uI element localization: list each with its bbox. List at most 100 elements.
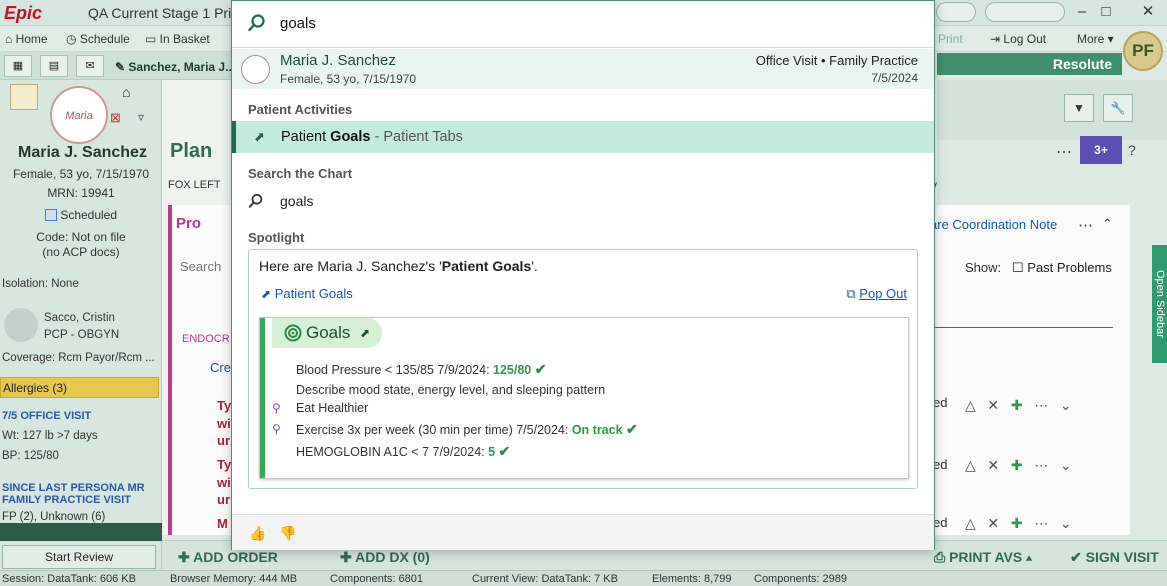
pcp-role: PCP - OBGYN <box>44 329 120 341</box>
menu-schedule[interactable]: ◷ Schedule <box>66 32 130 46</box>
add-dx-button[interactable]: ✚ ADD DX (0) <box>340 549 430 566</box>
spotlight-label: Spotlight <box>248 230 305 245</box>
patient-goals-link[interactable]: ⬈ Patient Goals <box>261 286 353 301</box>
help-icon[interactable]: ? <box>1128 142 1136 158</box>
goal-item: Exercise 3x per week (30 min per time) 7… <box>296 421 638 437</box>
problem-search[interactable]: Search <box>180 259 221 274</box>
patient-result-details: Female, 53 yo, 7/15/1970 <box>280 72 417 86</box>
menu-more[interactable]: More ▾ <box>1077 32 1114 46</box>
goals-title: Goals <box>306 323 351 342</box>
code-status: Code: Not on file <box>36 230 126 244</box>
collapse-icon[interactable]: ⌃ <box>1102 216 1113 232</box>
start-review-button[interactable]: Start Review <box>2 545 156 569</box>
comment-icon[interactable]: ⚲ <box>272 422 281 436</box>
acp-docs: (no ACP docs) <box>42 245 120 259</box>
notifications-bell-icon[interactable] <box>985 2 1065 22</box>
fox-left-label: FOX LEFT <box>168 179 221 191</box>
problem-row-actions-3[interactable]: △ ✕ ✚ ⋯ ⌄ <box>965 515 1072 532</box>
minimize-button[interactable]: – <box>1072 3 1092 21</box>
more-options-icon[interactable]: ⋯ <box>1056 142 1072 162</box>
create-link[interactable]: Cre <box>210 360 231 375</box>
activity-label: Patient Goals - Patient Tabs <box>281 129 463 145</box>
goals-header[interactable]: Goals ⬈ <box>272 318 382 348</box>
comment-icon[interactable]: ⚲ <box>272 401 281 415</box>
patient-result-visit: Office Visit • Family Practice <box>755 53 918 68</box>
filter-icon[interactable]: ▿ <box>138 110 144 124</box>
search-input[interactable] <box>280 15 880 32</box>
status-partial-1: ed <box>933 395 948 410</box>
tab-home-icon[interactable]: ▦ <box>4 55 32 77</box>
problem-item-2[interactable]: Ty <box>217 457 231 472</box>
user-avatar[interactable]: PF <box>1123 31 1163 71</box>
dropdown-button[interactable]: ▼ <box>1064 94 1094 122</box>
notification-badge[interactable]: 3+ <box>1080 136 1122 164</box>
house-icon[interactable]: ⌂ <box>122 84 130 100</box>
past-problems-checkbox[interactable]: ☐ Past Problems <box>1012 260 1112 276</box>
close-button[interactable]: ✕ <box>1138 3 1158 21</box>
components-count: Components: 6801 <box>330 573 423 585</box>
status-partial-3: ed <box>933 515 948 530</box>
activity-patient-goals[interactable]: ⬈ Patient Goals - Patient Tabs <box>232 121 934 153</box>
divider <box>935 327 1113 328</box>
add-order-button[interactable]: ✚ ADD ORDER <box>178 549 278 566</box>
page-title: Plan <box>170 140 213 162</box>
check-icon: ✔ <box>498 443 511 459</box>
patient-result[interactable]: Maria J. Sanchez Female, 53 yo, 7/15/197… <box>232 49 934 89</box>
since-last-header[interactable]: SINCE LAST PERSONA MR <box>2 482 145 494</box>
maximize-button[interactable]: □ <box>1096 3 1116 21</box>
menu-home[interactable]: ⌂ Home <box>5 32 48 46</box>
allergies-badge[interactable]: Allergies (3) <box>0 377 159 398</box>
wrench-icon[interactable]: 🔧 <box>1103 94 1133 122</box>
pop-out-button[interactable]: ⧉ Pop Out <box>846 286 907 302</box>
resolute-banner: Resolute <box>937 53 1122 75</box>
menu-in-basket[interactable]: ▭ In Basket <box>145 32 210 46</box>
chart-search-result[interactable]: goals <box>232 189 934 215</box>
tab-calendar-icon[interactable]: ▤ <box>40 55 68 77</box>
fp-unknown-line: FP (2), Unknown (6) <box>2 511 106 523</box>
menu-print[interactable]: Print <box>938 32 963 46</box>
more-options-icon[interactable]: ⋯ <box>1078 216 1093 234</box>
spotlight-panel: Here are Maria J. Sanchez's 'Patient Goa… <box>248 249 918 489</box>
sidebar-collapse-strip[interactable] <box>0 523 162 541</box>
problem-item-1-line2: wi <box>217 416 231 431</box>
tab-inbox-icon[interactable]: ✉ <box>76 55 104 77</box>
patient-sidebar: Maria ⌂ ⊠ ▿ Maria J. Sanchez Female, 53 … <box>0 80 162 570</box>
elements-count: Elements: 8,799 <box>652 573 732 585</box>
menu-log-out[interactable]: ⇥ Log Out <box>990 32 1046 46</box>
check-icon: ✔ <box>626 421 638 437</box>
open-sidebar-tab[interactable]: Open Sidebar <box>1152 245 1167 363</box>
pcp-name[interactable]: Sacco, Cristin <box>44 312 115 324</box>
status-partial-2: ed <box>933 457 948 472</box>
session-status: Session: DataTank: 606 KB <box>2 573 136 585</box>
problem-list-panel: Pro Search ENDOCR Cre Ty wi ur Ty wi ur … <box>168 205 234 535</box>
sticky-note-icon[interactable] <box>10 84 38 110</box>
problem-item-3[interactable]: M <box>217 516 228 531</box>
bp-value: BP: 125/80 <box>2 450 59 462</box>
pcp-avatar <box>4 308 38 342</box>
coverage[interactable]: Coverage: Rcm Payor/Rcm ... <box>2 352 155 364</box>
problem-row-actions-1[interactable]: △ ✕ ✚ ⋯ ⌄ <box>965 397 1072 414</box>
thumbs-down-icon[interactable]: 👎 <box>278 523 298 543</box>
problem-row-actions-2[interactable]: △ ✕ ✚ ⋯ ⌄ <box>965 457 1072 474</box>
thumbs-up-icon[interactable]: 👍 <box>248 523 268 543</box>
patient-photo[interactable]: Maria <box>50 86 108 144</box>
visit-header[interactable]: 7/5 OFFICE VISIT <box>2 410 91 422</box>
care-coordination-link[interactable]: are Coordination Note <box>930 217 1057 232</box>
problem-item-1[interactable]: Ty <box>217 398 231 413</box>
search-bar <box>232 1 934 48</box>
problem-item-2-line3: ur <box>217 492 230 507</box>
search-chart-label: Search the Chart <box>248 166 353 181</box>
chart-search-query: goals <box>280 193 314 209</box>
epic-logo[interactable]: Epic <box>4 3 42 24</box>
print-avs-button[interactable]: ⎙ PRINT AVS ▴ <box>934 549 1032 566</box>
close-icon[interactable]: ⊠ <box>110 110 121 126</box>
endocrine-header[interactable]: ENDOCR <box>182 333 230 345</box>
sign-visit-button[interactable]: ✔ SIGN VISIT <box>1070 549 1159 566</box>
patient-tab[interactable]: ✎ Sanchez, Maria J... <box>115 60 235 74</box>
since-last-subheader[interactable]: FAMILY PRACTICE VISIT <box>2 494 131 506</box>
patient-activities-label: Patient Activities <box>248 102 353 117</box>
app-title: QA Current Stage 1 Prin <box>88 5 239 21</box>
chat-icon[interactable] <box>936 2 976 22</box>
target-icon <box>284 324 302 342</box>
spotlight-heading: Here are Maria J. Sanchez's 'Patient Goa… <box>259 258 538 274</box>
